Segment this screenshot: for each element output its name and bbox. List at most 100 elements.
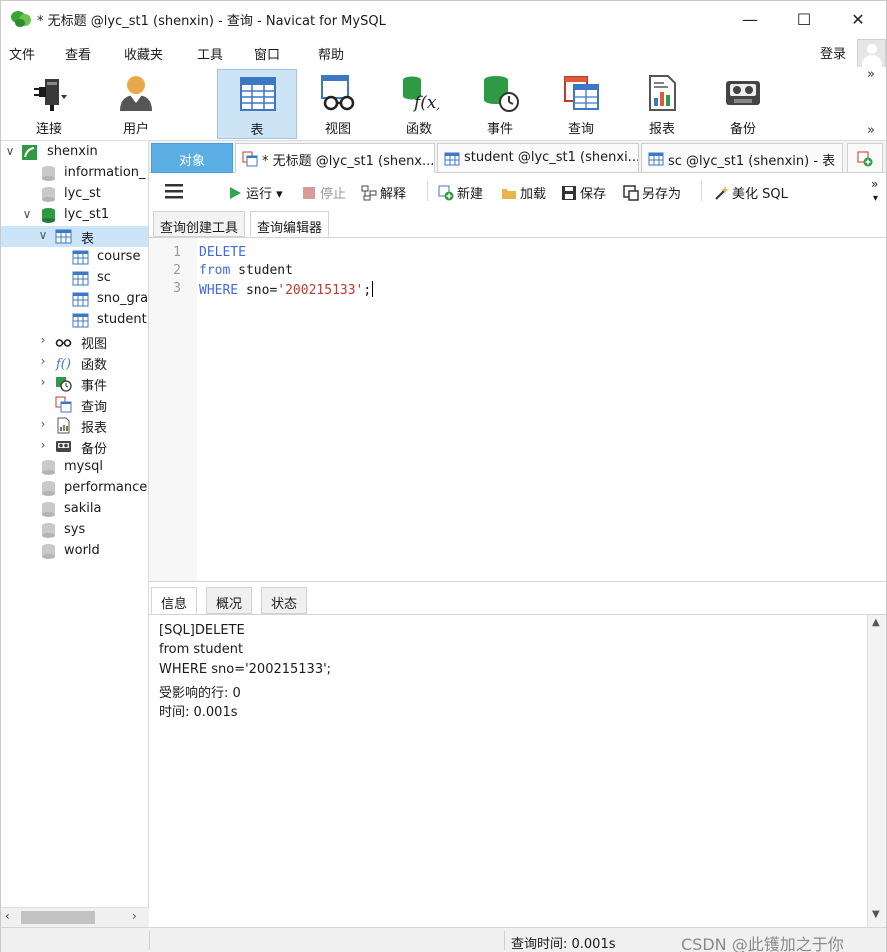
load-button[interactable]: 加载: [501, 183, 546, 202]
save-as-button[interactable]: 另存为: [623, 183, 681, 202]
document-tab-strip: 对象 * 无标题 @lyc_st1 (shenx... student @lyc…: [149, 141, 886, 173]
query-toolbar-dropdown-icon[interactable]: ▾: [873, 193, 878, 204]
tree-node-reports[interactable]: › 报表: [1, 415, 148, 436]
tree-table-course[interactable]: course: [1, 247, 148, 268]
new-query-button[interactable]: 新建: [438, 183, 483, 202]
new-tab-button[interactable]: [847, 143, 883, 173]
tree-db-information-schema[interactable]: information_: [1, 163, 148, 184]
expand-chevron-icon[interactable]: ›: [37, 354, 49, 368]
toolbar-report-button[interactable]: 报表: [622, 69, 702, 139]
database-icon: [42, 481, 55, 496]
save-button[interactable]: 保存: [561, 183, 606, 202]
tree-node-queries[interactable]: 查询: [1, 394, 148, 415]
tree-connection-shenxin[interactable]: ∨ shenxin: [1, 142, 148, 163]
tab-message[interactable]: 信息: [151, 587, 198, 614]
tab-profile[interactable]: 概况: [206, 587, 253, 614]
run-button[interactable]: 运行 ▾: [227, 183, 283, 202]
menu-window[interactable]: 窗口: [254, 44, 280, 63]
query-toolbar-more-icon[interactable]: »: [871, 177, 878, 191]
menu-tools[interactable]: 工具: [197, 44, 223, 63]
tree-label: 报表: [81, 421, 108, 436]
tab-untitled-query-label: * 无标题 @lyc_st1 (shenx...: [262, 154, 435, 169]
tab-student-table[interactable]: student @lyc_st1 (shenxi...: [437, 143, 639, 173]
database-open-icon: [42, 208, 55, 223]
tab-query-builder[interactable]: 查询创建工具: [153, 211, 246, 237]
toolbar-view-button[interactable]: 视图: [298, 69, 378, 139]
toolbar-table-button[interactable]: 表: [217, 69, 297, 139]
tree-node-functions[interactable]: › f() 函数: [1, 352, 148, 373]
expand-chevron-icon[interactable]: ›: [37, 333, 49, 347]
tree-node-tables[interactable]: ∨ 表: [1, 226, 148, 247]
tree-db-lyc-st1[interactable]: ∨ lyc_st1: [1, 205, 148, 226]
menu-file[interactable]: 文件: [9, 44, 35, 63]
horizontal-scrollbar[interactable]: ‹ ›: [1, 907, 149, 927]
toolbar-more-bottom-icon[interactable]: »: [867, 123, 875, 138]
scroll-right-icon[interactable]: ›: [132, 909, 137, 923]
tree-label: shenxin: [47, 144, 98, 159]
collapse-chevron-icon[interactable]: ∨: [37, 228, 49, 242]
tab-query-editor[interactable]: 查询编辑器: [250, 211, 330, 237]
tab-sc-table[interactable]: sc @lyc_st1 (shenxin) - 表: [641, 143, 843, 173]
stop-button[interactable]: 停止: [301, 183, 346, 202]
tree-label: performance: [64, 480, 148, 495]
toolbar-backup-button[interactable]: 备份: [703, 69, 783, 139]
tree-table-sc[interactable]: sc: [1, 268, 148, 289]
toolbar-user-button[interactable]: 用户: [96, 69, 176, 139]
login-link[interactable]: 登录: [820, 43, 846, 62]
collapse-chevron-icon[interactable]: ∨: [21, 207, 33, 221]
expand-chevron-icon[interactable]: ›: [37, 417, 49, 431]
watermark-text: CSDN @此镬加之于你: [681, 935, 844, 952]
maximize-button[interactable]: ☐: [781, 1, 827, 37]
tree-db-world[interactable]: world: [1, 541, 148, 562]
hamburger-menu-icon[interactable]: [165, 183, 183, 199]
table-icon: [648, 152, 664, 166]
tab-status[interactable]: 状态: [261, 587, 308, 614]
toolbar-function-label: 函数: [405, 122, 432, 137]
toolbar-event-button[interactable]: 事件: [460, 69, 540, 139]
sql-editor[interactable]: 1 2 3 DELETE from student WHERE sno='200…: [149, 237, 886, 582]
toolbar-function-button[interactable]: f(x) 函数: [379, 69, 459, 139]
tree-db-performance-schema[interactable]: performance: [1, 478, 148, 499]
scroll-down-icon[interactable]: ▼: [872, 909, 880, 920]
menu-view[interactable]: 查看: [65, 44, 91, 63]
sql-keyword: from: [199, 263, 231, 278]
message-line: 时间: 0.001s: [159, 705, 238, 720]
toolbar-more-top-icon[interactable]: »: [867, 67, 875, 82]
status-separator: [149, 931, 150, 950]
explain-button[interactable]: 解释: [361, 183, 406, 202]
close-button[interactable]: ✕: [835, 1, 881, 37]
tab-untitled-query[interactable]: * 无标题 @lyc_st1 (shenx...: [235, 143, 435, 173]
tree-node-views[interactable]: › 视图: [1, 331, 148, 352]
menu-favorites[interactable]: 收藏夹: [124, 44, 163, 63]
beautify-sql-button[interactable]: 美化 SQL: [713, 183, 788, 202]
text-caret: [372, 281, 374, 297]
avatar-body: [862, 55, 882, 67]
scroll-up-icon[interactable]: ▲: [872, 617, 880, 628]
collapse-chevron-icon[interactable]: ∨: [4, 144, 16, 158]
tree-table-student[interactable]: student: [1, 310, 148, 331]
minimize-button[interactable]: —: [727, 1, 773, 37]
scroll-thumb[interactable]: [21, 911, 95, 924]
tree-db-sys[interactable]: sys: [1, 520, 148, 541]
tree-node-backups[interactable]: › 备份: [1, 436, 148, 457]
tree-node-events[interactable]: › 事件: [1, 373, 148, 394]
backup-tape-icon: [56, 441, 71, 452]
toolbar-separator: [701, 181, 702, 201]
tree-table-sno-gra[interactable]: sno_gra: [1, 289, 148, 310]
database-icon: [42, 544, 55, 559]
expand-chevron-icon[interactable]: ›: [37, 438, 49, 452]
run-dropdown-icon[interactable]: ▾: [276, 187, 283, 202]
expand-chevron-icon[interactable]: ›: [37, 375, 49, 389]
scroll-left-icon[interactable]: ‹: [5, 909, 10, 923]
tree-db-mysql[interactable]: mysql: [1, 457, 148, 478]
result-panel: 信息 概况 状态 [SQL]DELETE from student WHERE …: [149, 581, 886, 929]
menu-help[interactable]: 帮助: [318, 44, 344, 63]
tab-objects[interactable]: 对象: [151, 143, 233, 173]
tree-db-lyc-st[interactable]: lyc_st: [1, 184, 148, 205]
avatar[interactable]: [857, 39, 886, 68]
toolbar-connect-button[interactable]: 连接: [9, 69, 89, 139]
tree-db-sakila[interactable]: sakila: [1, 499, 148, 520]
sql-keyword: DELETE: [199, 245, 246, 260]
toolbar-query-button[interactable]: 查询: [541, 69, 621, 139]
vertical-scrollbar[interactable]: ▲ ▼: [867, 615, 886, 929]
